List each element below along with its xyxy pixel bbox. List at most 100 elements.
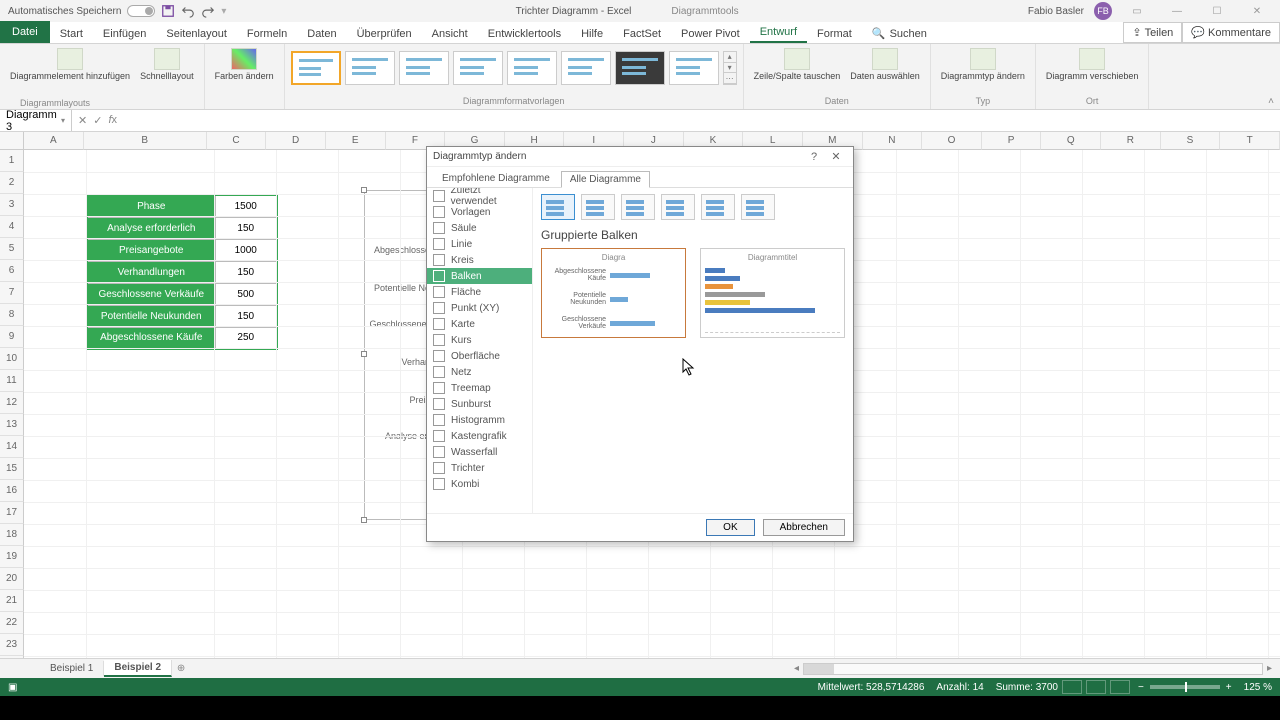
- undo-icon[interactable]: [181, 4, 195, 18]
- user-avatar[interactable]: FB: [1094, 2, 1112, 20]
- dialog-help-icon[interactable]: ?: [803, 151, 825, 163]
- dialog-titlebar[interactable]: Diagrammtyp ändern ? ✕: [427, 147, 853, 167]
- table-row-label[interactable]: Abgeschlossene Käufe: [87, 327, 215, 349]
- row-header[interactable]: 16: [0, 480, 24, 502]
- subtype-100-stacked-bar[interactable]: [621, 194, 655, 220]
- chevron-down-icon[interactable]: ▾: [61, 116, 65, 125]
- zoom-level[interactable]: 125 %: [1244, 682, 1272, 693]
- style-thumb-5[interactable]: [507, 51, 557, 85]
- column-header[interactable]: S: [1161, 132, 1221, 150]
- share-button[interactable]: ⇪ Teilen: [1123, 22, 1182, 43]
- row-header[interactable]: 24: [0, 656, 24, 658]
- tab-help[interactable]: Hilfe: [571, 25, 613, 43]
- chart-styles-gallery[interactable]: ▴▾⋯: [291, 46, 737, 90]
- tab-powerpivot[interactable]: Power Pivot: [671, 25, 750, 43]
- table-row-label[interactable]: Analyse erforderlich: [87, 217, 215, 239]
- table-row-value[interactable]: 250: [215, 327, 277, 349]
- tab-all-charts[interactable]: Alle Diagramme: [561, 171, 650, 188]
- row-header[interactable]: 21: [0, 590, 24, 612]
- tab-formulas[interactable]: Formeln: [237, 25, 297, 43]
- minimize-icon[interactable]: —: [1162, 4, 1192, 18]
- chart-category-item[interactable]: Balken: [427, 268, 532, 284]
- chart-category-item[interactable]: Treemap: [427, 380, 532, 396]
- chart-category-item[interactable]: Sunburst: [427, 396, 532, 412]
- horizontal-scrollbar[interactable]: ◂ ▸: [190, 663, 1280, 675]
- tab-view[interactable]: Ansicht: [422, 25, 478, 43]
- row-header[interactable]: 12: [0, 392, 24, 414]
- dialog-close-icon[interactable]: ✕: [825, 150, 847, 163]
- autosave-toggle[interactable]: [127, 5, 155, 17]
- page-break-view-icon[interactable]: [1110, 680, 1130, 694]
- table-header-value[interactable]: 1500: [215, 195, 277, 217]
- chart-category-item[interactable]: Kombi: [427, 476, 532, 492]
- chart-category-item[interactable]: Netz: [427, 364, 532, 380]
- gallery-more-button[interactable]: ▴▾⋯: [723, 51, 737, 85]
- save-icon[interactable]: [161, 4, 175, 18]
- style-thumb-2[interactable]: [345, 51, 395, 85]
- search-command[interactable]: 🔍 Suchen: [862, 24, 937, 43]
- ribbon-display-options-icon[interactable]: ▭: [1122, 4, 1152, 18]
- add-sheet-button[interactable]: ⊕: [172, 663, 190, 674]
- table-row-value[interactable]: 150: [215, 305, 277, 327]
- chart-category-item[interactable]: Trichter: [427, 460, 532, 476]
- chart-category-item[interactable]: Oberfläche: [427, 348, 532, 364]
- collapse-ribbon-icon[interactable]: ˄: [1268, 96, 1274, 107]
- column-header[interactable]: O: [922, 132, 982, 150]
- row-header[interactable]: 3: [0, 194, 24, 216]
- table-row-value[interactable]: 500: [215, 283, 277, 305]
- subtype-3d-stacked-bar[interactable]: [701, 194, 735, 220]
- chart-category-item[interactable]: Kreis: [427, 252, 532, 268]
- redo-icon[interactable]: [201, 4, 215, 18]
- tab-insert[interactable]: Einfügen: [93, 25, 156, 43]
- chart-category-list[interactable]: Zuletzt verwendetVorlagenSäuleLinieKreis…: [427, 188, 533, 513]
- row-header[interactable]: 7: [0, 282, 24, 304]
- column-header[interactable]: E: [326, 132, 386, 150]
- chart-preview-2[interactable]: Diagrammtitel: [700, 248, 845, 338]
- select-data-button[interactable]: Daten auswählen: [846, 46, 924, 84]
- row-header[interactable]: 11: [0, 370, 24, 392]
- fx-icon[interactable]: fx: [108, 114, 117, 127]
- tab-format[interactable]: Format: [807, 25, 862, 43]
- row-header[interactable]: 13: [0, 414, 24, 436]
- zoom-slider[interactable]: [1150, 685, 1220, 689]
- zoom-out-icon[interactable]: −: [1138, 682, 1144, 693]
- tab-recommended[interactable]: Empfohlene Diagramme: [433, 170, 559, 187]
- subtype-3d-clustered-bar[interactable]: [661, 194, 695, 220]
- cancel-button[interactable]: Abbrechen: [763, 519, 845, 536]
- zoom-in-icon[interactable]: +: [1226, 682, 1232, 693]
- row-header[interactable]: 1: [0, 150, 24, 172]
- scroll-thumb[interactable]: [804, 664, 834, 674]
- table-row-value[interactable]: 150: [215, 261, 277, 283]
- chart-category-item[interactable]: Kastengrafik: [427, 428, 532, 444]
- close-icon[interactable]: ✕: [1242, 4, 1272, 18]
- resize-handle[interactable]: [361, 517, 367, 523]
- chart-category-item[interactable]: Wasserfall: [427, 444, 532, 460]
- table-row-label[interactable]: Potentielle Neukunden: [87, 305, 215, 327]
- ok-button[interactable]: OK: [706, 519, 754, 536]
- style-thumb-1[interactable]: [291, 51, 341, 85]
- sheet-tab[interactable]: Beispiel 2: [104, 660, 172, 677]
- quick-layout-button[interactable]: Schnelllayout: [136, 46, 198, 84]
- confirm-formula-icon[interactable]: ✓: [93, 114, 102, 127]
- table-row-value[interactable]: 150: [215, 217, 277, 239]
- tab-start[interactable]: Start: [50, 25, 93, 43]
- row-header[interactable]: 10: [0, 348, 24, 370]
- resize-handle[interactable]: [361, 187, 367, 193]
- record-macro-icon[interactable]: ▣: [8, 682, 17, 693]
- row-header[interactable]: 19: [0, 546, 24, 568]
- chart-category-item[interactable]: Karte: [427, 316, 532, 332]
- column-header[interactable]: Q: [1041, 132, 1101, 150]
- table-row-label[interactable]: Preisangebote: [87, 239, 215, 261]
- chart-preview-1[interactable]: Diagra Abgeschlossene Käufe Potentielle …: [541, 248, 686, 338]
- style-thumb-4[interactable]: [453, 51, 503, 85]
- column-header[interactable]: D: [266, 132, 326, 150]
- chart-category-item[interactable]: Säule: [427, 220, 532, 236]
- row-header[interactable]: 8: [0, 304, 24, 326]
- column-header[interactable]: A: [24, 132, 84, 150]
- row-header[interactable]: 2: [0, 172, 24, 194]
- row-header[interactable]: 14: [0, 436, 24, 458]
- tab-data[interactable]: Daten: [297, 25, 346, 43]
- tab-pagelayout[interactable]: Seitenlayout: [156, 25, 237, 43]
- scroll-right-icon[interactable]: ▸: [1267, 663, 1272, 674]
- tab-developer[interactable]: Entwicklertools: [478, 25, 571, 43]
